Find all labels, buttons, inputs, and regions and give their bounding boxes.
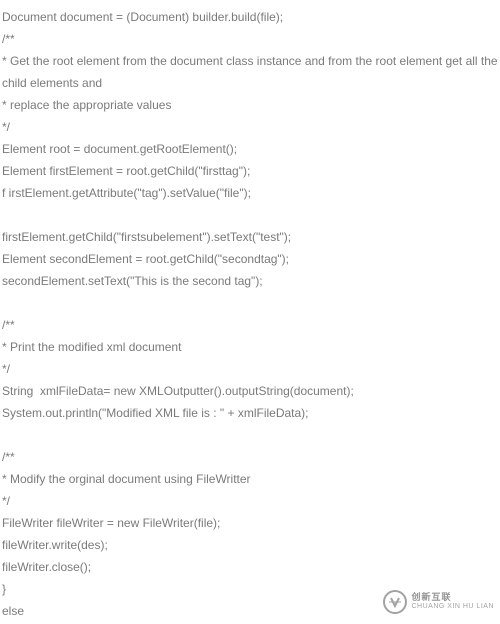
code-line: /** xyxy=(2,446,498,468)
code-line xyxy=(2,424,498,446)
code-line: Document document = (Document) builder.b… xyxy=(2,6,498,28)
code-line: /** xyxy=(2,314,498,336)
code-line: * Print the modified xml document xyxy=(2,336,498,358)
code-block: Document document = (Document) builder.b… xyxy=(0,0,500,624)
code-line: Element firstElement = root.getChild("fi… xyxy=(2,160,498,182)
code-line: */ xyxy=(2,358,498,380)
code-line xyxy=(2,204,498,226)
code-line: secondElement.setText("This is the secon… xyxy=(2,270,498,292)
code-line: */ xyxy=(2,116,498,138)
code-line: String xmlFileData= new XMLOutputter().o… xyxy=(2,380,498,402)
watermark-bottom-text: CHUANG XIN HU LIAN xyxy=(411,602,494,612)
code-line: Element root = document.getRootElement()… xyxy=(2,138,498,160)
code-line: System.out.println("Modified XML file is… xyxy=(2,402,498,424)
code-line: fileWriter.close(); xyxy=(2,556,498,578)
watermark-text: 创新互联 CHUANG XIN HU LIAN xyxy=(411,592,494,612)
watermark: 创新互联 CHUANG XIN HU LIAN xyxy=(383,590,494,614)
code-line: fileWriter.write(des); xyxy=(2,534,498,556)
code-line: * Get the root element from the document… xyxy=(2,50,498,94)
code-line: * replace the appropriate values xyxy=(2,94,498,116)
code-line: * Modify the orginal document using File… xyxy=(2,468,498,490)
watermark-top-text: 创新互联 xyxy=(411,592,494,602)
watermark-logo-icon xyxy=(383,590,407,614)
code-line: firstElement.getChild("firstsubelement")… xyxy=(2,226,498,248)
code-line: Element secondElement = root.getChild("s… xyxy=(2,248,498,270)
code-line xyxy=(2,292,498,314)
code-line: FileWriter fileWriter = new FileWriter(f… xyxy=(2,512,498,534)
code-line: /** xyxy=(2,28,498,50)
code-line: f irstElement.getAttribute("tag").setVal… xyxy=(2,182,498,204)
code-line: */ xyxy=(2,490,498,512)
